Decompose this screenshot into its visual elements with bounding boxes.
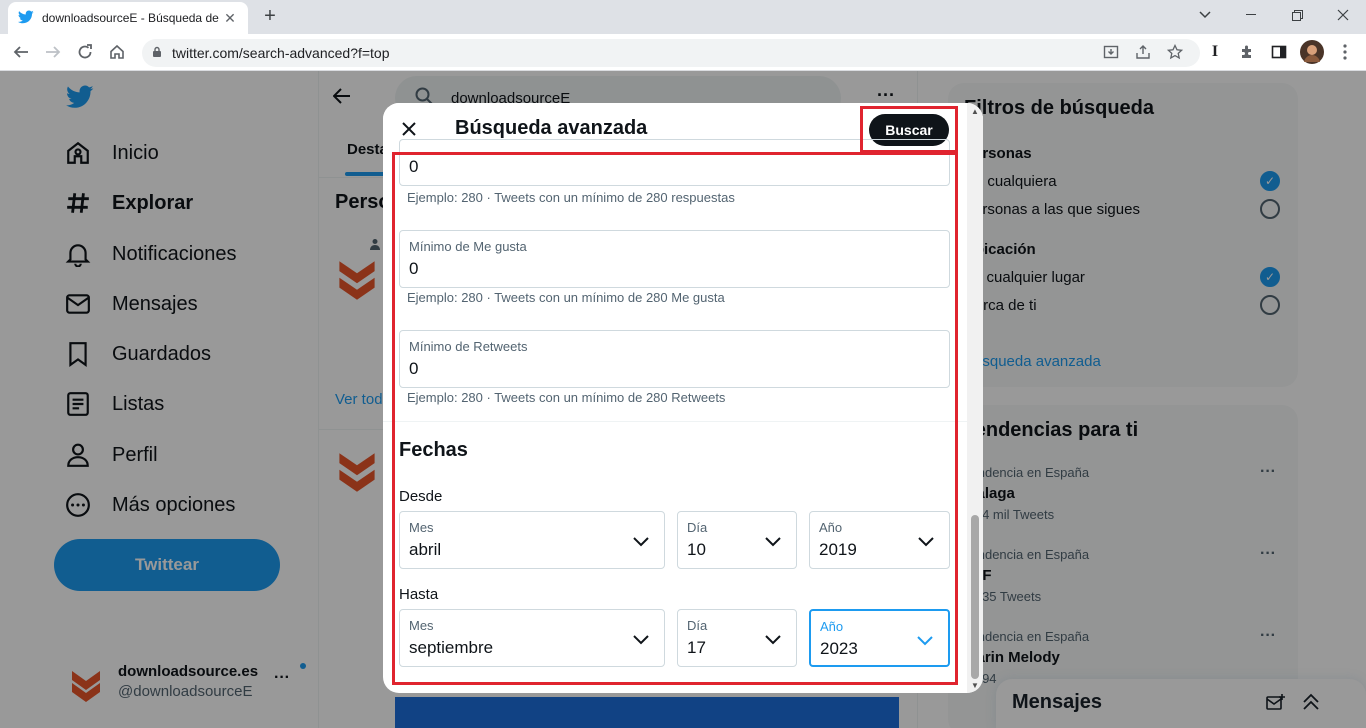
bookmark-star-icon[interactable] xyxy=(1164,41,1186,63)
from-year-value: 2019 xyxy=(819,540,857,559)
to-day-select[interactable]: Día 17 xyxy=(677,609,797,667)
min-likes-hint: Ejemplo: 280 · Tweets con un mínimo de 2… xyxy=(407,290,725,305)
back-icon[interactable] xyxy=(8,40,34,64)
year-label: Año xyxy=(820,619,844,634)
share-icon[interactable] xyxy=(1132,41,1154,63)
scrollbar-thumb[interactable] xyxy=(971,515,979,679)
month-label: Mes xyxy=(409,618,434,633)
modal-title: Búsqueda avanzada xyxy=(455,117,648,139)
to-year-select[interactable]: Año 2023 xyxy=(809,609,950,667)
min-retweets-field[interactable]: Mínimo de Retweets 0 xyxy=(399,330,950,388)
minimize-icon[interactable] xyxy=(1228,0,1274,30)
url-text: twitter.com/search-advanced?f=top xyxy=(172,45,390,61)
from-year-select[interactable]: Año 2019 xyxy=(809,511,950,569)
scroll-down-icon[interactable]: ▼ xyxy=(971,681,979,690)
new-tab-button[interactable]: + xyxy=(258,5,282,29)
from-day-value: 10 xyxy=(687,540,706,559)
browser-tabstrip: downloadsourceE - Búsqueda de ✕ + xyxy=(0,0,1366,34)
to-day-value: 17 xyxy=(687,638,706,657)
twitter-bird-icon xyxy=(17,9,34,28)
to-month-select[interactable]: Mes septiembre xyxy=(399,609,665,667)
min-retweets-value: 0 xyxy=(409,359,419,378)
expand-up-icon[interactable] xyxy=(1302,693,1320,716)
messages-drawer[interactable]: Mensajes xyxy=(996,679,1366,728)
messages-drawer-title: Mensajes xyxy=(1012,691,1103,713)
tab-title: downloadsourceE - Búsqueda de xyxy=(42,11,219,25)
from-day-select[interactable]: Día 10 xyxy=(677,511,797,569)
reload-icon[interactable] xyxy=(72,40,98,64)
modal-scrollbar[interactable]: ▲ ▼ xyxy=(967,103,983,693)
extensions-puzzle-icon[interactable] xyxy=(1236,41,1258,63)
profile-avatar[interactable] xyxy=(1300,40,1324,64)
min-likes-value: 0 xyxy=(409,259,419,278)
scroll-up-icon[interactable]: ▲ xyxy=(971,107,979,116)
day-label: Día xyxy=(687,618,708,633)
extension-i-icon[interactable]: I xyxy=(1204,41,1226,63)
forward-icon[interactable] xyxy=(40,40,66,64)
advanced-search-modal: Búsqueda avanzada Buscar 0 Ejemplo: 280 … xyxy=(383,103,983,693)
min-replies-field[interactable]: 0 xyxy=(399,139,950,186)
year-label: Año xyxy=(819,520,843,535)
min-retweets-hint: Ejemplo: 280 · Tweets con un mínimo de 2… xyxy=(407,390,726,405)
window-close-icon[interactable] xyxy=(1320,0,1366,30)
chevron-down-icon xyxy=(765,635,781,645)
close-icon[interactable] xyxy=(397,117,421,141)
min-replies-value: 0 xyxy=(409,157,419,176)
browser-toolbar: twitter.com/search-advanced?f=top I xyxy=(0,34,1366,71)
section-divider xyxy=(383,421,967,422)
chevron-down-icon xyxy=(918,537,934,547)
chevron-down-icon xyxy=(633,635,649,645)
dates-heading: Fechas xyxy=(399,439,468,461)
new-message-icon[interactable] xyxy=(1266,693,1286,718)
chevron-down-icon xyxy=(765,537,781,547)
chevron-down-icon xyxy=(917,636,933,646)
side-panel-icon[interactable] xyxy=(1268,41,1290,63)
chevron-down-icon xyxy=(633,537,649,547)
to-year-value: 2023 xyxy=(820,639,858,658)
to-month-value: septiembre xyxy=(409,638,494,657)
month-label: Mes xyxy=(409,520,434,535)
to-label: Hasta xyxy=(399,586,439,603)
address-bar[interactable]: twitter.com/search-advanced?f=top xyxy=(142,39,1200,67)
restore-icon[interactable] xyxy=(1274,0,1320,30)
min-likes-label: Mínimo de Me gusta xyxy=(409,239,527,254)
min-likes-field[interactable]: Mínimo de Me gusta 0 xyxy=(399,230,950,288)
browser-menu-icon[interactable] xyxy=(1334,41,1356,63)
home-browser-icon[interactable] xyxy=(104,40,130,64)
install-app-icon[interactable] xyxy=(1100,41,1122,63)
browser-tab[interactable]: downloadsourceE - Búsqueda de ✕ xyxy=(8,2,248,34)
day-label: Día xyxy=(687,520,708,535)
from-label: Desde xyxy=(399,488,443,505)
tab-search-chevron-icon[interactable] xyxy=(1182,0,1228,30)
lock-icon[interactable] xyxy=(152,45,162,61)
from-month-select[interactable]: Mes abril xyxy=(399,511,665,569)
min-replies-hint: Ejemplo: 280 · Tweets con un mínimo de 2… xyxy=(407,190,735,205)
tab-close-icon[interactable]: ✕ xyxy=(222,10,238,27)
min-retweets-label: Mínimo de Retweets xyxy=(409,339,528,354)
from-month-value: abril xyxy=(409,540,442,559)
